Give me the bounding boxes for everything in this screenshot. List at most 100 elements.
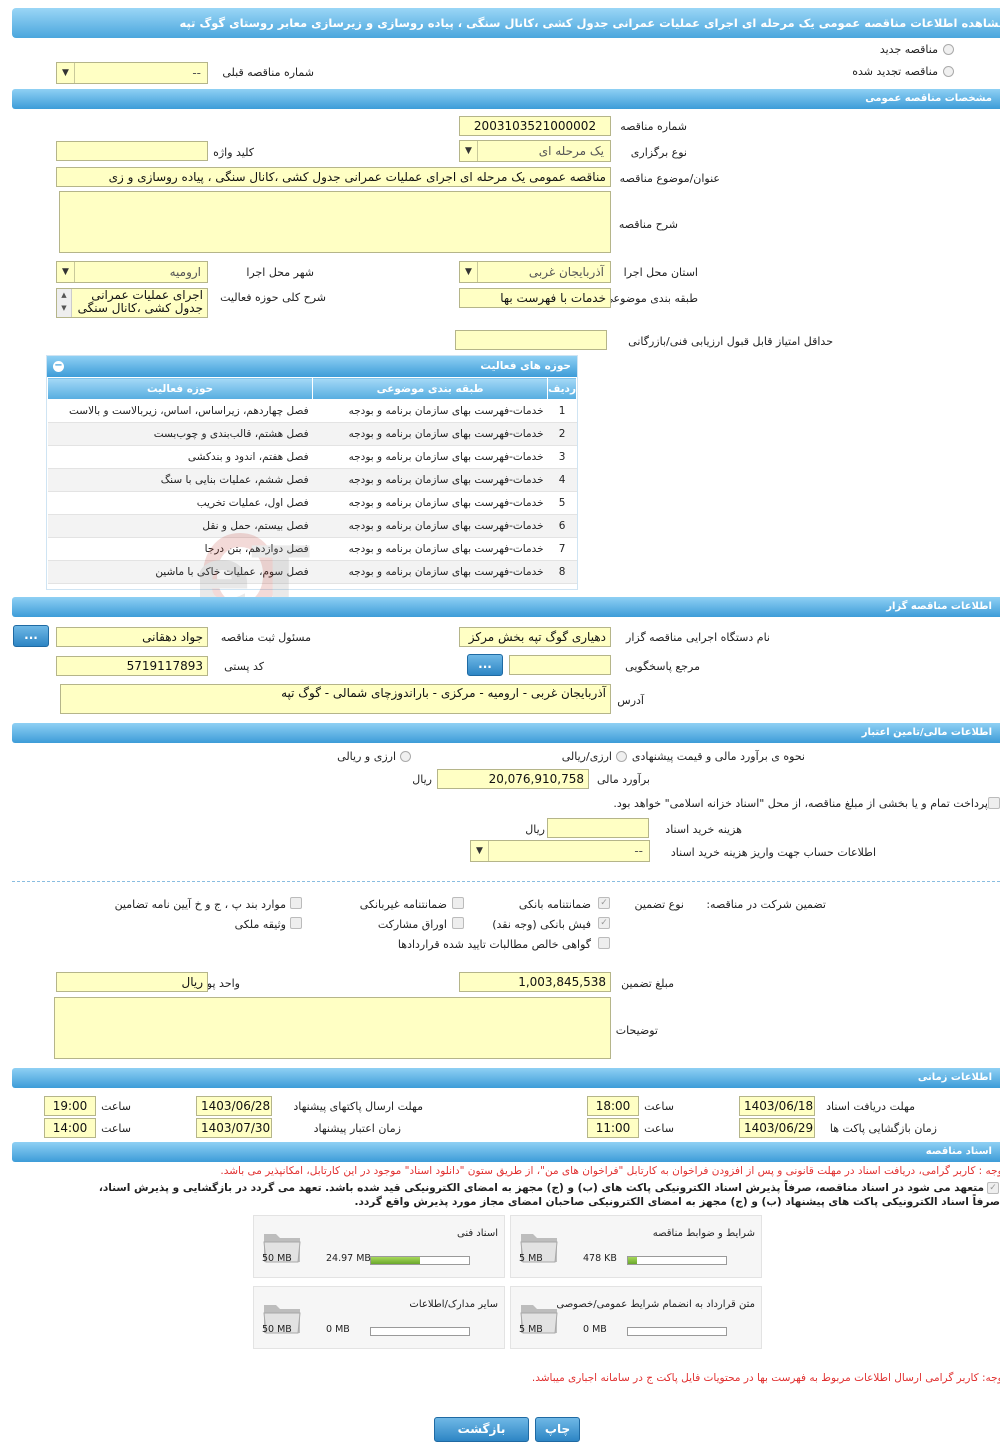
table-row: 5 خدمات-فهرست بهای سازمان برنامه و بودجه ف… bbox=[47, 491, 577, 515]
valid-hour-label: ساعت bbox=[101, 1122, 131, 1135]
activities-table: ردیف طبقه بندی موضوعی حوزه فعالیت 1 خدمات… bbox=[46, 377, 577, 584]
bank-receipt-checkbox[interactable]: ✓ bbox=[598, 917, 610, 929]
renewed-tender-radio[interactable] bbox=[943, 66, 954, 77]
category-label: طبقه بندی موضوعی bbox=[604, 292, 698, 305]
row-number: 3 bbox=[547, 445, 577, 469]
province-select[interactable]: آذربایجان غربی ▼ bbox=[459, 261, 611, 283]
account-select[interactable]: -- ▼ bbox=[470, 840, 650, 862]
upload-progress bbox=[627, 1256, 727, 1265]
description-textarea[interactable] bbox=[59, 191, 611, 253]
currency-rial-label: ارزی/ریالی bbox=[561, 750, 612, 763]
claims-label: گواهی خالص مطالبات تایید شده قراردادها bbox=[397, 938, 591, 951]
claims-checkbox[interactable] bbox=[598, 937, 610, 949]
document-card[interactable]: سایر مدارک/اطلاعات 0 MB 50 MB bbox=[253, 1286, 505, 1349]
scope-textarea[interactable]: اجرای عملیات عمرانی جدول کشی ،کانال سنگی… bbox=[56, 288, 208, 318]
receive-hour-label: ساعت bbox=[644, 1100, 674, 1113]
documents-note-2: توجه: کاربر گرامی ارسال اطلاعات مربوط به… bbox=[531, 1372, 1000, 1384]
prev-number-select[interactable]: -- ▼ bbox=[56, 62, 208, 84]
document-size: 478 KB bbox=[583, 1253, 617, 1264]
nonbank-guarantee-checkbox[interactable] bbox=[452, 897, 464, 909]
scope-label: شرح کلی حوزه فعالیت bbox=[220, 291, 326, 304]
row-field: فصل چهاردهم، زیراساس، اساس، زیربالاست و … bbox=[47, 399, 313, 423]
holding-type-select[interactable]: یک مرحله ای ▼ bbox=[459, 140, 611, 162]
bonds-checkbox[interactable] bbox=[452, 917, 464, 929]
document-name: متن قرارداد به انضمام شرایط عمومی/خصوصی bbox=[556, 1299, 755, 1310]
send-hour-label: ساعت bbox=[101, 1100, 131, 1113]
send-date-field: 1403/06/28 bbox=[196, 1096, 272, 1116]
keyword-input[interactable] bbox=[56, 141, 208, 161]
tender-number-label: شماره مناقصه bbox=[620, 120, 687, 133]
valid-time-field: 14:00 bbox=[44, 1118, 96, 1138]
document-max-size: 50 MB bbox=[262, 1253, 292, 1264]
row-category: خدمات-فهرست بهای سازمان برنامه و بودجه bbox=[312, 560, 548, 584]
progress-fill bbox=[371, 1257, 420, 1264]
collapse-icon[interactable]: − bbox=[53, 361, 64, 372]
back-button[interactable]: بازگشت bbox=[434, 1417, 529, 1442]
table-row: 3 خدمات-فهرست بهای سازمان برنامه و بودجه ف… bbox=[47, 445, 577, 469]
registrar-field: جواد دهقانی bbox=[56, 627, 208, 647]
document-card[interactable]: شرایط و ضوابط مناقصه 478 KB 5 MB bbox=[510, 1215, 762, 1278]
send-label: مهلت ارسال پاکتهای پیشنهاد bbox=[293, 1100, 423, 1113]
doc-fee-label: هزینه خرید اسناد bbox=[665, 823, 742, 836]
property-checkbox[interactable] bbox=[290, 917, 302, 929]
nonbank-guarantee-label: ضمانتنامه غیربانکی bbox=[359, 898, 447, 911]
description-label: شرح مناقصه bbox=[618, 218, 678, 231]
document-size: 0 MB bbox=[583, 1324, 607, 1335]
document-max-size: 50 MB bbox=[262, 1324, 292, 1335]
row-number: 5 bbox=[547, 491, 577, 515]
bank-guarantee-label: ضمانتنامه بانکی bbox=[518, 898, 591, 911]
notes-textarea[interactable] bbox=[54, 997, 611, 1059]
treasury-note: پرداخت تمام و یا بخشی از مبلغ مناقصه، از… bbox=[613, 797, 988, 810]
method-label: نحوه ی برآورد مالی و قیمت پیشنهادی bbox=[631, 750, 805, 763]
responder-lookup-button[interactable]: ... bbox=[467, 654, 503, 676]
document-card[interactable]: اسناد فنی 24.97 MB 50 MB bbox=[253, 1215, 505, 1278]
registrar-lookup-button[interactable]: ... bbox=[13, 625, 49, 647]
section-organizer-header: اطلاعات مناقصه گزار bbox=[12, 597, 1000, 617]
keyword-label: کلید واژه bbox=[213, 146, 254, 159]
currency-and-rial-radio[interactable] bbox=[400, 751, 411, 762]
row-category: خدمات-فهرست بهای سازمان برنامه و بودجه bbox=[312, 537, 548, 561]
row-field: فصل هفتم، اندود و بندکشی bbox=[47, 445, 313, 469]
row-category: خدمات-فهرست بهای سازمان برنامه و بودجه bbox=[312, 422, 548, 446]
row-field: فصل هشتم، قالب‌بندی و چوب‌بست bbox=[47, 422, 313, 446]
row-field: فصل اول، عملیات تخریب bbox=[47, 491, 313, 515]
table-row: 1 خدمات-فهرست بهای سازمان برنامه و بودجه ف… bbox=[47, 399, 577, 423]
table-row: 2 خدمات-فهرست بهای سازمان برنامه و بودجه ف… bbox=[47, 422, 577, 446]
receive-label: مهلت دریافت اسناد bbox=[826, 1100, 915, 1113]
receive-time-field: 18:00 bbox=[587, 1096, 639, 1116]
document-name: شرایط و ضوابط مناقصه bbox=[652, 1228, 755, 1239]
table-row: 4 خدمات-فهرست بهای سازمان برنامه و بودجه ف… bbox=[47, 468, 577, 492]
open-label: زمان بازگشایی پاکت ها bbox=[829, 1122, 937, 1135]
commitment-checkbox[interactable]: ✓ bbox=[987, 1182, 999, 1194]
property-label: وثیقه ملکی bbox=[234, 918, 286, 931]
scrollbar[interactable]: ▲ ▼ bbox=[57, 289, 72, 317]
bonds-label: اوراق مشارکت bbox=[377, 918, 447, 931]
commitment-line-1: متعهد می شود در اسناد مناقصه، صرفاً پذیر… bbox=[98, 1182, 984, 1194]
section-finance-header: اطلاعات مالی/تامین اعتبار bbox=[12, 723, 1000, 743]
new-tender-label: مناقصه جدید bbox=[879, 43, 938, 56]
treasury-checkbox[interactable] bbox=[988, 797, 1000, 809]
section-documents-header: اسناد مناقصه bbox=[12, 1142, 1000, 1162]
new-tender-radio[interactable] bbox=[943, 44, 954, 55]
tender-number-field: 2003103521000002 bbox=[459, 116, 611, 136]
currency-rial-radio[interactable] bbox=[616, 751, 627, 762]
chevron-down-icon: ▼ bbox=[57, 63, 75, 83]
province-label: استان محل اجرا bbox=[623, 266, 698, 279]
renewed-tender-label: مناقصه تجدید شده bbox=[852, 65, 938, 78]
col-field-header: حوزه فعالیت bbox=[46, 377, 314, 400]
print-button[interactable]: چاپ bbox=[535, 1417, 580, 1442]
responder-label: مرجع پاسخگویی bbox=[625, 660, 700, 673]
items-bpj-checkbox[interactable] bbox=[290, 897, 302, 909]
address-label: آدرس bbox=[617, 694, 644, 707]
row-field: فصل دوازدهم، بتن درجا bbox=[47, 537, 313, 561]
document-card[interactable]: متن قرارداد به انضمام شرایط عمومی/خصوصی 0… bbox=[510, 1286, 762, 1349]
document-size: 0 MB bbox=[326, 1324, 350, 1335]
table-row: 8 خدمات-فهرست بهای سازمان برنامه و بودجه ف… bbox=[47, 560, 577, 584]
open-hour-label: ساعت bbox=[644, 1122, 674, 1135]
registrar-label: مسئول ثبت مناقصه bbox=[220, 631, 311, 644]
commitment-line-2: صرفاً اسناد الکترونیکی پاکت های پیشنهاد … bbox=[354, 1196, 1000, 1208]
doc-fee-unit: ریال bbox=[525, 823, 545, 836]
bank-guarantee-checkbox[interactable]: ✓ bbox=[598, 897, 610, 909]
org-field: دهیاری گوگ تپه بخش مرکز bbox=[459, 627, 611, 647]
city-select[interactable]: ارومیه ▼ bbox=[56, 261, 208, 283]
